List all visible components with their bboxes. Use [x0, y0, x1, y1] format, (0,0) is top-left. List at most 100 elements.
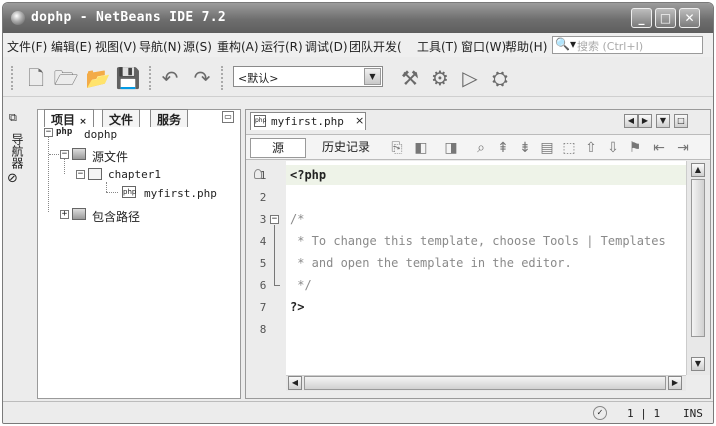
tree-include-path-label[interactable]: 包含路径	[92, 208, 140, 225]
tree-file-label[interactable]: myfirst.php	[144, 187, 217, 200]
next-bookmark-icon[interactable]: ⇩	[604, 139, 622, 157]
vertical-scrollbar[interactable]: ▲ ▼	[686, 161, 710, 375]
collapse-toggle-sources[interactable]: −	[60, 150, 69, 159]
code-editor[interactable]: <?php /* * To change this template, choo…	[286, 161, 686, 375]
maximize-editor-icon[interactable]: □	[674, 114, 688, 128]
line-number: 6	[259, 279, 267, 292]
find-previous-icon[interactable]: ⇞	[494, 139, 512, 157]
fold-guide	[274, 225, 275, 285]
include-folder-icon	[72, 208, 86, 220]
minimize-button[interactable]: _	[631, 8, 652, 28]
notifications-icon[interactable]: ✓	[593, 406, 607, 420]
tab-projects[interactable]: 项目 ×	[44, 109, 94, 127]
services-side-icon[interactable]: ⊘	[7, 171, 18, 186]
menu-team[interactable]: 团队开发(	[349, 38, 402, 55]
code-line: */	[290, 278, 312, 292]
toolbar-grip[interactable]	[11, 66, 15, 90]
collapse-toggle-root[interactable]: −	[44, 128, 53, 137]
editor-tab[interactable]: php myfirst.php ×	[250, 112, 366, 130]
scroll-right-icon[interactable]: ▶	[668, 376, 682, 390]
configuration-select[interactable]: <默认> ▼	[233, 66, 383, 87]
run-icon[interactable]: ▷	[457, 65, 483, 91]
tree-source-files-label[interactable]: 源文件	[92, 148, 128, 165]
undo-icon[interactable]: ↶	[157, 65, 183, 91]
close-button[interactable]: ✕	[679, 8, 700, 28]
scroll-down-icon[interactable]: ▼	[691, 357, 705, 371]
code-line: * To change this template, choose Tools …	[290, 234, 666, 248]
forward-icon[interactable]: ◨	[442, 139, 460, 157]
editor-subtoolbar: 源 历史记录 ⎘ ◧ ◨ ⌕ ⇞ ⇟ ▤ ⬚ ⇧ ⇩ ⚑ ⇤ ⇥	[246, 134, 710, 160]
menu-window[interactable]: 窗口(W)	[461, 38, 506, 55]
menu-debug[interactable]: 调试(D)	[305, 38, 348, 55]
redo-icon[interactable]: ↷	[189, 65, 215, 91]
scroll-thumb[interactable]	[304, 376, 666, 390]
tab-services[interactable]: 服务	[150, 109, 189, 127]
shift-left-icon[interactable]: ⇤	[650, 139, 668, 157]
chevron-down-icon[interactable]: ▼	[364, 68, 381, 85]
tab-history[interactable]: 历史记录	[316, 138, 376, 158]
menu-navigate[interactable]: 导航(N)	[139, 38, 181, 55]
menu-help[interactable]: 帮助(H)	[505, 38, 547, 55]
find-next-icon[interactable]: ⇟	[516, 139, 534, 157]
horizontal-scrollbar[interactable]: ◀ ▶	[286, 375, 686, 391]
code-line: ?>	[290, 300, 305, 314]
new-project-icon[interactable]: 🗁	[53, 65, 79, 91]
menu-run[interactable]: 运行(R)	[261, 38, 303, 55]
tab-list-icon[interactable]: ▼	[656, 114, 670, 128]
save-all-icon[interactable]: 💾	[115, 65, 141, 91]
menu-refactor[interactable]: 重构(A)	[217, 38, 259, 55]
line-number: 5	[259, 257, 267, 270]
tree-folder-label[interactable]: chapter1	[108, 168, 161, 181]
rect-select-icon[interactable]: ⬚	[560, 139, 578, 157]
open-project-icon[interactable]: 📂	[85, 65, 111, 91]
shift-right-icon[interactable]: ⇥	[674, 139, 692, 157]
previous-bookmark-icon[interactable]: ⇧	[582, 139, 600, 157]
toolbar-grip-3[interactable]	[221, 66, 225, 90]
window-menu-icon[interactable]: ⧉	[9, 111, 17, 125]
clean-build-icon[interactable]: ⚙	[427, 65, 453, 91]
line-number: 3	[259, 213, 267, 226]
insert-mode[interactable]: INS	[683, 407, 703, 420]
maximize-button[interactable]: □	[655, 8, 676, 28]
fold-guide	[274, 285, 280, 286]
find-icon[interactable]: ⌕	[472, 139, 490, 157]
line-number: 4	[259, 235, 267, 248]
tab-scroll-right-icon[interactable]: ▶	[638, 114, 652, 128]
minimize-panel-icon[interactable]: ▭	[222, 111, 234, 123]
editor-panel: php myfirst.php × ◀ ▶ ▼ □ 源 历史记录 ⎘ ◧ ◨ ⌕…	[245, 109, 711, 399]
toolbar-grip-2[interactable]	[149, 66, 153, 90]
tab-source[interactable]: 源	[250, 138, 306, 158]
menu-source[interactable]: 源(S)	[183, 38, 212, 55]
netbeans-logo-icon	[11, 11, 25, 25]
tab-files[interactable]: 文件	[102, 109, 141, 127]
toggle-bookmark-icon[interactable]: ⚑	[626, 139, 644, 157]
search-placeholder: 搜索 (Ctrl+I)	[577, 40, 644, 53]
navigator-side-tab[interactable]: 导航器	[7, 133, 24, 169]
line-number: 2	[259, 191, 267, 204]
search-input[interactable]: 🔍▾ 搜索 (Ctrl+I)	[552, 36, 703, 54]
menu-edit[interactable]: 编辑(E)	[51, 38, 92, 55]
back-icon[interactable]: ◧	[412, 139, 430, 157]
new-file-icon[interactable]: 🗋	[23, 65, 49, 91]
last-edit-icon[interactable]: ⎘	[388, 139, 406, 157]
scroll-left-icon[interactable]: ◀	[288, 376, 302, 390]
debug-icon[interactable]: ⛭	[487, 65, 513, 91]
menu-view[interactable]: 视图(V)	[95, 38, 137, 55]
scroll-up-icon[interactable]: ▲	[691, 163, 705, 177]
expand-toggle-include[interactable]: +	[60, 210, 69, 219]
toggle-highlight-icon[interactable]: ▤	[538, 139, 556, 157]
tree-connector	[106, 192, 118, 193]
php-file-icon: php	[254, 115, 266, 127]
code-fold-toggle[interactable]: −	[270, 215, 279, 224]
close-icon[interactable]: ×	[79, 117, 87, 127]
line-number: 1	[259, 169, 267, 182]
menu-tools[interactable]: 工具(T)	[417, 38, 458, 55]
tree-root-label[interactable]: dophp	[84, 128, 117, 141]
scroll-thumb[interactable]	[691, 179, 705, 337]
menu-file[interactable]: 文件(F)	[7, 38, 47, 55]
close-icon[interactable]: ×	[355, 114, 364, 127]
search-icon[interactable]: 🔍▾	[555, 37, 576, 51]
build-icon[interactable]: ⚒	[397, 65, 423, 91]
tab-scroll-left-icon[interactable]: ◀	[624, 114, 638, 128]
collapse-toggle-folder[interactable]: −	[76, 170, 85, 179]
